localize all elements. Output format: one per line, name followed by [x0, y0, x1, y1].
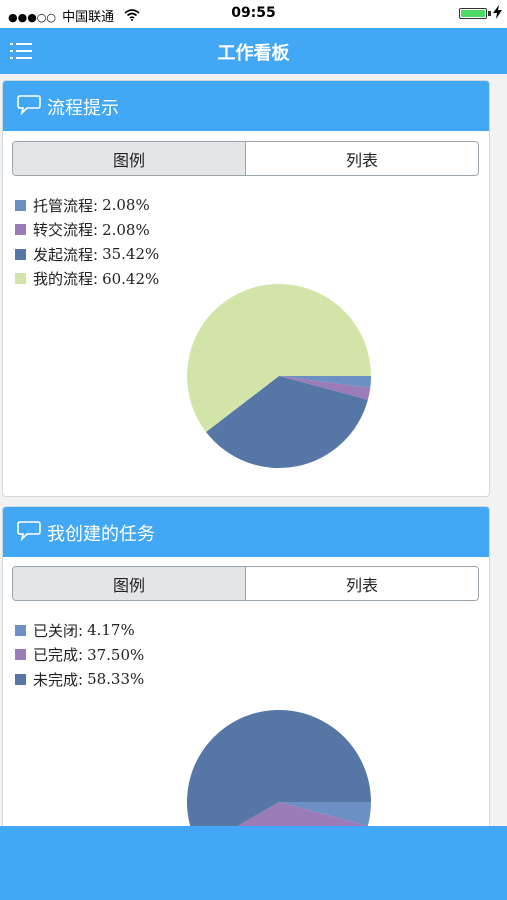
- card-header: 我创建的任务: [3, 507, 489, 557]
- chart-legend: 已关闭: 4.17% 已完成: 37.50% 未完成: 58.33%: [15, 618, 144, 692]
- tab-list[interactable]: 列表: [246, 142, 478, 175]
- view-toggle: 图例 列表: [12, 141, 479, 176]
- charging-icon: [493, 5, 502, 22]
- card-process-tips: 流程提示 图例 列表 托管流程: 2.08% 转交流程: 2.08% 发起流程:…: [2, 80, 490, 497]
- legend-value: 4.17%: [87, 621, 135, 640]
- legend-swatch: [15, 199, 26, 211]
- legend-value: 58.33%: [87, 670, 145, 689]
- battery-icon: [459, 8, 487, 19]
- chat-bubble-icon: [17, 94, 41, 116]
- legend-swatch: [15, 624, 26, 636]
- tab-legend[interactable]: 图例: [13, 142, 246, 175]
- legend-value: 35.42%: [102, 245, 160, 264]
- status-bar: ●●●○○ 中国联通 09:55: [0, 0, 507, 28]
- pie-chart: [187, 284, 371, 468]
- bottom-bar: [0, 826, 507, 900]
- legend-label: 发起流程:: [33, 245, 99, 264]
- pie-chart: [187, 710, 371, 837]
- legend-value: 2.08%: [102, 220, 150, 239]
- legend-swatch: [15, 248, 26, 260]
- legend-label: 已完成:: [33, 646, 84, 665]
- legend-item: 我的流程: 60.42%: [15, 267, 159, 292]
- legend-item: 转交流程: 2.08%: [15, 218, 159, 243]
- status-time: 09:55: [231, 5, 276, 21]
- legend-value: 2.08%: [102, 196, 150, 215]
- legend-label: 托管流程:: [33, 196, 99, 215]
- legend-value: 37.50%: [87, 645, 145, 664]
- legend-swatch: [15, 224, 26, 236]
- legend-swatch: [15, 273, 26, 285]
- chat-bubble-icon: [17, 520, 41, 542]
- legend-item: 已关闭: 4.17%: [15, 618, 144, 643]
- card-my-tasks: 我创建的任务 图例 列表 已关闭: 4.17% 已完成: 37.50% 未完成:…: [2, 506, 490, 838]
- legend-label: 我的流程:: [33, 270, 99, 289]
- card-title: 我创建的任务: [47, 524, 155, 545]
- battery-cap: [488, 11, 491, 16]
- legend-value: 60.42%: [102, 269, 160, 288]
- nav-bar: 工作看板: [0, 28, 507, 74]
- tab-legend[interactable]: 图例: [13, 567, 246, 600]
- legend-swatch: [15, 649, 26, 661]
- legend-label: 已关闭:: [33, 621, 84, 640]
- view-toggle: 图例 列表: [12, 566, 479, 601]
- legend-label: 转交流程:: [33, 221, 99, 240]
- legend-label: 未完成:: [33, 670, 84, 689]
- card-title: 流程提示: [47, 98, 119, 119]
- legend-item: 托管流程: 2.08%: [15, 193, 159, 218]
- card-header: 流程提示: [3, 81, 489, 131]
- tab-list[interactable]: 列表: [246, 567, 478, 600]
- page-title: 工作看板: [217, 43, 290, 64]
- legend-swatch: [15, 673, 26, 685]
- legend-item: 未完成: 58.33%: [15, 667, 144, 692]
- legend-item: 已完成: 37.50%: [15, 643, 144, 668]
- legend-item: 发起流程: 35.42%: [15, 242, 159, 267]
- chart-legend: 托管流程: 2.08% 转交流程: 2.08% 发起流程: 35.42% 我的流…: [15, 193, 159, 291]
